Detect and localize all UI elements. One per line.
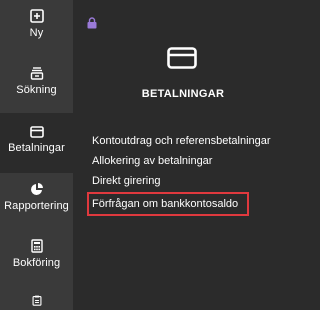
menu-item-allokering[interactable]: Allokering av betalningar [91,153,291,169]
calculator-icon [30,239,43,253]
rail-label-betalningar: Betalningar [8,142,65,154]
pie-chart-icon [30,183,43,195]
panel-title: BETALNINGAR [141,88,225,100]
rail-label-bokforing: Bokföring [12,257,61,269]
rail-item-rapportering[interactable]: Rapportering [0,173,73,230]
menu-item-kontoutdrag[interactable]: Kontoutdrag och referensbetalningar [91,133,291,149]
payments-panel: BETALNINGAR Kontoutdrag och referensbeta… [73,0,302,310]
clipboard-icon [32,295,41,306]
rail-item-ny[interactable]: Ny [0,0,73,57]
rail-label-rapportering: Rapportering [4,200,69,212]
card-icon-large [167,47,197,69]
rail-item-betalningar[interactable]: Betalningar [0,113,73,173]
rail-label-sokning: Sökning [16,84,57,96]
menu-item-bankkontosaldo[interactable]: Förfrågan om bankkontosaldo [87,192,249,216]
plus-square-icon [29,9,44,23]
rail-label-ny: Ny [29,27,44,39]
rail-item-more[interactable] [0,286,73,310]
navigation-rail: Ny Sökning Betalningar Rapportering Bokf… [0,0,73,310]
payments-menu: Kontoutdrag och referensbetalningar Allo… [87,133,291,216]
stack-search-icon [30,67,43,80]
lock-icon [87,17,97,29]
rail-item-bokforing[interactable]: Bokföring [0,230,73,286]
card-icon [29,126,44,138]
rail-item-sokning[interactable]: Sökning [0,57,73,113]
menu-item-direkt-girering[interactable]: Direkt girering [91,173,291,189]
